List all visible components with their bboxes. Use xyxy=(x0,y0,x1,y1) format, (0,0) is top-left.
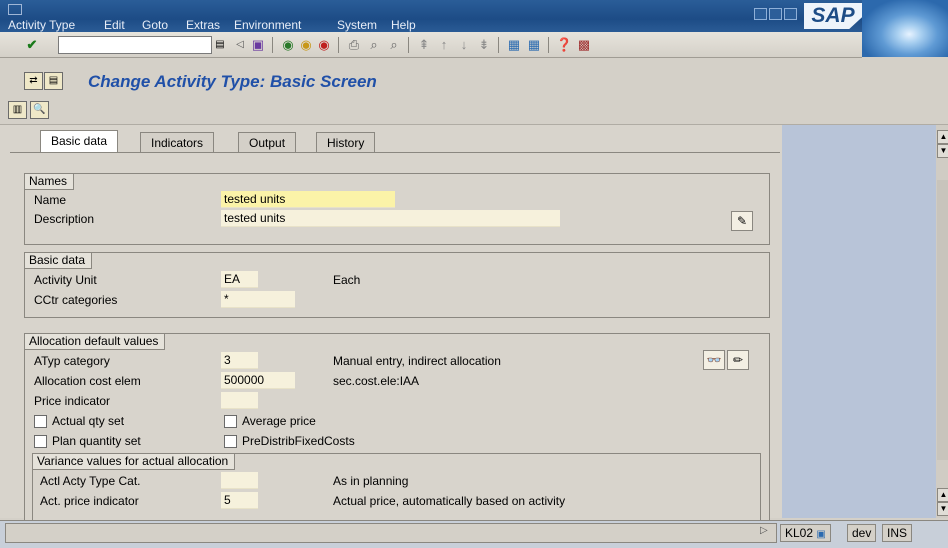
description-label: Description xyxy=(34,212,95,226)
save-icon[interactable]: ▣ xyxy=(250,37,266,52)
tab-indicators[interactable]: Indicators xyxy=(140,132,215,153)
print-icon[interactable]: ⎙ xyxy=(346,37,362,52)
plan-quantity-set-label: Plan quantity set xyxy=(52,434,141,448)
predistrib-fixed-costs-checkbox[interactable] xyxy=(224,435,237,448)
price-indicator-label: Price indicator xyxy=(34,394,111,408)
menu-activity-type[interactable]: Activity Type xyxy=(8,18,75,32)
act-price-indicator-field[interactable]: 5 xyxy=(221,492,258,509)
actl-acty-type-cat-text: As in planning xyxy=(333,474,409,488)
menu-extras[interactable]: Extras xyxy=(186,18,220,32)
minimize-icon[interactable] xyxy=(754,8,767,20)
tab-history[interactable]: History xyxy=(316,132,376,153)
status-mode: INS xyxy=(882,524,913,542)
help-icon[interactable]: ❓ xyxy=(556,37,572,52)
activity-unit-text: Each xyxy=(333,273,361,287)
atyp-category-label: ATyp category xyxy=(34,354,110,368)
enter-check-icon[interactable]: ✔ xyxy=(24,37,40,52)
plan-quantity-set-checkbox[interactable] xyxy=(34,435,47,448)
menu-edit[interactable]: Edit xyxy=(104,18,125,32)
menu-help[interactable]: Help xyxy=(391,18,416,32)
menu-system[interactable]: System xyxy=(337,18,377,32)
activity-unit-field[interactable]: EA xyxy=(221,271,258,288)
tab-basic-data[interactable]: Basic data xyxy=(40,130,119,153)
tabstrip-border xyxy=(10,152,780,153)
group-basic-data-title: Basic data xyxy=(25,253,93,269)
status-transaction: KL02 ▣ xyxy=(780,524,831,542)
cancel-icon[interactable]: ◉ xyxy=(316,37,332,52)
find-next-icon[interactable]: ⌕ xyxy=(386,37,402,52)
close-icon[interactable] xyxy=(784,8,797,20)
glasses-icon[interactable]: 👓 xyxy=(703,350,725,370)
layout-menu-icon[interactable]: ▩ xyxy=(576,37,592,52)
status-message-area xyxy=(5,523,777,543)
actl-acty-type-cat-field[interactable] xyxy=(221,472,258,489)
description-field[interactable]: tested units xyxy=(221,210,560,227)
right-panel xyxy=(782,125,936,518)
price-indicator-field[interactable] xyxy=(221,392,258,409)
menu-goto[interactable]: Goto xyxy=(142,18,168,32)
cctr-categories-label: CCtr categories xyxy=(34,293,118,307)
scroll-page-up-icon[interactable]: ▲ xyxy=(937,488,948,502)
application-toolbar xyxy=(0,96,948,125)
sap-logo: SAP xyxy=(804,3,862,29)
tab-output[interactable]: Output xyxy=(238,132,297,153)
scroll-up-icon[interactable]: ▲ xyxy=(937,130,948,144)
first-page-icon[interactable]: ⇞ xyxy=(416,37,432,52)
sap-wave-graphic xyxy=(862,0,948,57)
command-history-icon[interactable]: ▤ xyxy=(212,37,228,52)
maximize-icon[interactable] xyxy=(769,8,782,20)
scroll-down-icon[interactable]: ▼ xyxy=(937,144,948,158)
predistrib-fixed-costs-label: PreDistribFixedCosts xyxy=(242,434,355,448)
group-names xyxy=(24,173,770,245)
group-names-title: Names xyxy=(25,174,75,190)
create-session-icon[interactable]: ▦ xyxy=(506,37,522,52)
act-price-indicator-text: Actual price, automatically based on act… xyxy=(333,494,566,508)
other-activity-type-icon[interactable]: ⇄ xyxy=(24,72,43,90)
allocation-cost-elem-text: sec.cost.ele:IAA xyxy=(333,374,420,388)
display-icon[interactable]: 🔍 xyxy=(30,101,49,119)
atyp-category-text: Manual entry, indirect allocation xyxy=(333,354,501,368)
allocation-cost-elem-label: Allocation cost elem xyxy=(34,374,141,388)
master-data-icon[interactable]: ▥ xyxy=(8,101,27,119)
menu-environment[interactable]: Environment xyxy=(234,18,301,32)
allocation-cost-elem-field[interactable]: 500000 xyxy=(221,372,295,389)
last-page-icon[interactable]: ⇟ xyxy=(476,37,492,52)
find-icon[interactable]: ⌕ xyxy=(366,37,382,52)
status-system: dev xyxy=(847,524,877,542)
average-price-checkbox[interactable] xyxy=(224,415,237,428)
pencil-icon[interactable]: ✏ xyxy=(727,350,749,370)
activity-unit-label: Activity Unit xyxy=(34,273,97,287)
average-price-label: Average price xyxy=(242,414,316,428)
edit-long-text-icon[interactable]: ✎ xyxy=(731,211,753,231)
atyp-category-field[interactable]: 3 xyxy=(221,352,258,369)
status-expand-icon[interactable]: ▷ xyxy=(760,525,768,536)
system-menu-icon[interactable] xyxy=(8,4,22,15)
group-allocation-title: Allocation default values xyxy=(25,334,166,350)
actual-qty-set-checkbox[interactable] xyxy=(34,415,47,428)
page-title: Change Activity Type: Basic Screen xyxy=(88,72,377,91)
name-field[interactable]: tested units xyxy=(221,191,395,208)
exit-icon[interactable]: ◉ xyxy=(298,37,314,52)
group-basic-data xyxy=(24,252,770,318)
name-label: Name xyxy=(34,193,67,207)
previous-page-icon[interactable]: ↑ xyxy=(436,37,452,52)
toggle-command-icon[interactable]: ◁ xyxy=(232,37,248,52)
status-transaction-text: KL02 xyxy=(785,526,814,540)
act-price-indicator-label: Act. price indicator xyxy=(40,494,139,508)
actl-acty-type-cat-label: Actl Acty Type Cat. xyxy=(40,474,141,488)
next-page-icon[interactable]: ↓ xyxy=(456,37,472,52)
cctr-categories-field[interactable]: * xyxy=(221,291,295,308)
session-info-icon[interactable]: ▣ xyxy=(816,529,825,540)
shortcut-icon[interactable]: ▦ xyxy=(526,37,542,52)
back-icon[interactable]: ◉ xyxy=(280,37,296,52)
actual-qty-set-label: Actual qty set xyxy=(52,414,125,428)
scroll-thumb[interactable] xyxy=(937,180,948,460)
scroll-page-down-icon[interactable]: ▼ xyxy=(937,502,948,516)
group-variance-title: Variance values for actual allocation xyxy=(33,454,236,470)
display-change-icon[interactable]: ▤ xyxy=(44,72,63,90)
command-field[interactable] xyxy=(58,36,212,54)
